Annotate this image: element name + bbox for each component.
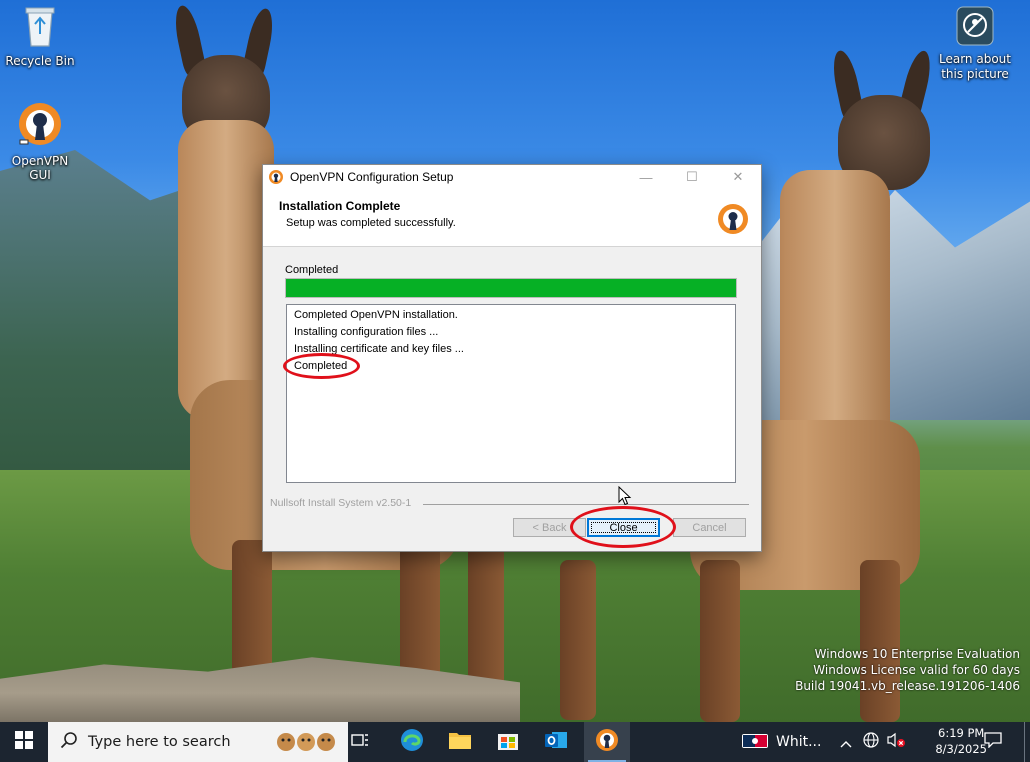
desktop-icon-label: Recycle Bin	[5, 54, 75, 68]
close-icon: ✕	[732, 169, 744, 184]
folder-icon	[448, 730, 472, 754]
progress-bar	[285, 278, 737, 298]
network-button[interactable]	[860, 722, 882, 762]
status-text: Completed	[285, 264, 339, 276]
watermark-line: Build 19041.vb_release.191206-1406	[795, 679, 1020, 693]
taskbar-app-store[interactable]	[486, 722, 530, 762]
header-subtitle: Setup was completed successfully.	[286, 217, 456, 229]
outlook-icon	[544, 729, 568, 755]
taskbar-app-openvpn[interactable]	[584, 722, 630, 762]
start-button[interactable]	[0, 722, 48, 762]
show-desktop-button[interactable]	[1024, 722, 1030, 762]
llama-leg	[700, 560, 740, 722]
close-window-button[interactable]: ✕	[715, 165, 761, 189]
watermark-line: Windows License valid for 60 days	[813, 663, 1020, 677]
weather-text: Whit...	[776, 734, 822, 750]
progress-fill	[286, 279, 736, 297]
llama-leg	[560, 560, 596, 720]
log-line: Installing configuration files ...	[294, 326, 439, 338]
annotation-ellipse-completed	[283, 353, 360, 379]
taskbar: Type here to search Whit... 6:19 PM 8/3/…	[0, 722, 1030, 762]
show-hidden-icons-button[interactable]	[836, 722, 856, 762]
speaker-muted-icon	[886, 732, 906, 752]
taskbar-app-file-explorer[interactable]	[438, 722, 482, 762]
openvpn-icon	[268, 169, 284, 185]
dialog-title: OpenVPN Configuration Setup	[290, 170, 454, 184]
globe-icon	[863, 732, 879, 752]
minimize-icon: —	[639, 169, 653, 185]
store-icon	[497, 729, 519, 755]
search-icon	[60, 731, 78, 753]
header-title: Installation Complete	[279, 199, 401, 213]
mouse-cursor	[618, 485, 632, 510]
windows-logo-icon	[15, 731, 33, 753]
task-view-icon	[351, 732, 369, 752]
recycle-bin-icon	[0, 4, 80, 51]
openvpn-icon	[0, 100, 80, 151]
taskbar-app-outlook[interactable]	[534, 722, 578, 762]
log-line: Completed OpenVPN installation.	[294, 309, 458, 321]
annotation-ellipse-close	[570, 506, 676, 548]
openvpn-icon	[717, 203, 749, 238]
task-view-button[interactable]	[340, 722, 380, 762]
desktop-icon-openvpn-gui[interactable]: OpenVPN GUI	[0, 100, 80, 182]
watermark-line: Windows 10 Enterprise Evaluation	[814, 647, 1020, 661]
openvpn-icon	[595, 728, 619, 756]
edge-icon	[400, 728, 424, 756]
taskbar-app-edge[interactable]	[390, 722, 434, 762]
dialog-header: Installation Complete Setup was complete…	[263, 189, 761, 247]
mlb-logo-icon	[742, 733, 768, 752]
maximize-button[interactable]: ☐	[669, 165, 715, 189]
llama-leg	[860, 560, 900, 722]
dialog-titlebar[interactable]: OpenVPN Configuration Setup — ☐ ✕	[263, 165, 761, 189]
desktop-icon-label: OpenVPN GUI	[11, 154, 69, 182]
chevron-up-icon	[840, 733, 852, 752]
search-highlight-icon	[274, 728, 340, 760]
desktop-icon-learn-about-picture[interactable]: Learn about this picture	[936, 6, 1014, 82]
notification-icon	[984, 732, 1002, 752]
taskbar-search-box[interactable]: Type here to search	[48, 722, 348, 762]
desktop-icon-label: Learn about this picture	[939, 52, 1011, 81]
maximize-icon: ☐	[686, 169, 698, 184]
weather-widget[interactable]: Whit...	[742, 722, 826, 762]
action-center-button[interactable]	[978, 722, 1008, 762]
desktop-icon-recycle-bin[interactable]: Recycle Bin	[0, 4, 80, 68]
volume-button[interactable]	[884, 722, 908, 762]
cancel-button[interactable]: Cancel	[673, 518, 746, 537]
minimize-button[interactable]: —	[623, 165, 669, 189]
divider	[423, 504, 749, 505]
windows-watermark: Windows 10 Enterprise Evaluation Windows…	[795, 646, 1020, 694]
camera-info-icon	[936, 6, 1014, 49]
install-log[interactable]: Completed OpenVPN installation. Installi…	[286, 304, 736, 483]
search-placeholder: Type here to search	[88, 734, 231, 750]
llama-neck	[178, 120, 274, 420]
nsis-branding: Nullsoft Install System v2.50-1	[270, 497, 412, 509]
